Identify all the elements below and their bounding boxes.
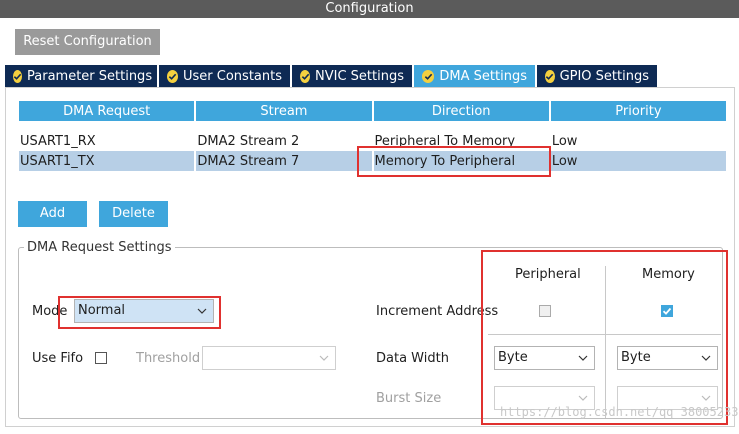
column-header-priority[interactable]: Priority <box>550 101 726 121</box>
cell-priority: Low <box>551 133 578 149</box>
annotation-columns-highlight <box>481 250 728 425</box>
tab-label: GPIO Settings <box>559 68 649 84</box>
settings-legend: DMA Request Settings <box>24 240 175 255</box>
column-header-direction[interactable]: Direction <box>373 101 549 121</box>
check-circle-icon <box>167 69 179 83</box>
tab-parameter-settings[interactable]: Parameter Settings <box>5 65 157 87</box>
window-title: Configuration <box>0 0 739 18</box>
reset-configuration-button[interactable]: Reset Configuration <box>15 29 160 55</box>
column-header-dma-request[interactable]: DMA Request <box>19 101 195 121</box>
cell-request: USART1_RX <box>20 133 96 149</box>
toolbar: Reset Configuration <box>0 18 739 66</box>
cell-stream: DMA2 Stream 2 <box>197 133 300 149</box>
annotation-mode-highlight <box>58 296 221 329</box>
check-circle-icon <box>545 69 555 83</box>
tab-label: DMA Settings <box>439 68 527 84</box>
tab-label: User Constants <box>183 68 282 84</box>
check-circle-icon <box>300 69 311 83</box>
watermark: https://blog.csdn.net/qq_38005233 <box>500 405 739 419</box>
cell-stream: DMA2 Stream 7 <box>196 151 372 171</box>
use-fifo-label: Use Fifo <box>32 351 84 366</box>
check-circle-icon <box>422 69 435 83</box>
delete-button[interactable]: Delete <box>99 201 168 227</box>
chevron-down-icon <box>319 355 329 361</box>
cell-priority: Low <box>550 151 726 171</box>
settings-tabs: Parameter Settings User Constants NVIC S… <box>5 65 735 87</box>
burst-size-label: Burst Size <box>376 391 442 406</box>
check-circle-icon <box>13 69 22 83</box>
tab-gpio-settings[interactable]: GPIO Settings <box>537 65 657 87</box>
tab-dma-settings[interactable]: DMA Settings <box>414 65 535 87</box>
use-fifo-checkbox[interactable] <box>95 352 107 364</box>
threshold-select[interactable] <box>202 346 336 370</box>
data-width-label: Data Width <box>376 351 449 366</box>
threshold-label: Threshold <box>136 351 201 366</box>
tab-user-constants[interactable]: User Constants <box>159 65 290 87</box>
annotation-direction-highlight <box>357 146 551 177</box>
column-header-stream[interactable]: Stream <box>196 101 372 121</box>
increment-address-label: Increment Address <box>376 304 499 319</box>
tab-nvic-settings[interactable]: NVIC Settings <box>292 65 412 87</box>
tab-label: Parameter Settings <box>27 68 153 84</box>
cell-request: USART1_TX <box>19 151 195 171</box>
tab-label: NVIC Settings <box>315 68 404 84</box>
add-button[interactable]: Add <box>18 201 87 227</box>
